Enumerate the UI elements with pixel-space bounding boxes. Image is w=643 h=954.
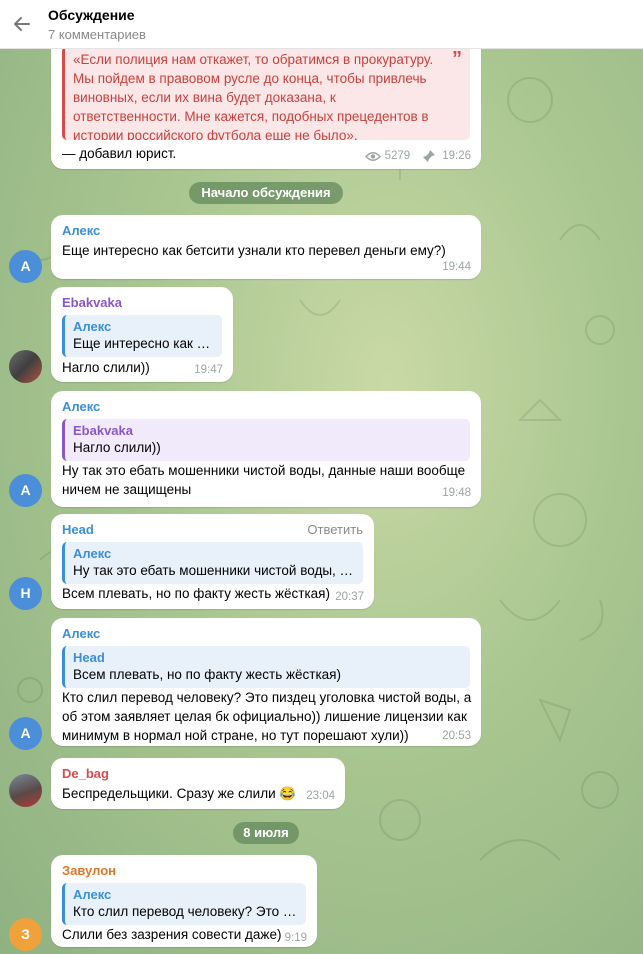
avatar[interactable]: A [9, 474, 42, 507]
message-bubble[interactable]: Алекс Ebakvaka Нагло слили)) Ну так это … [51, 391, 481, 507]
reply-button[interactable]: Ответить [307, 522, 363, 537]
message-bubble[interactable]: Алекс Head Всем плевать, но по факту жес… [51, 618, 481, 746]
message-text: Нагло слили)) [62, 360, 150, 375]
message-text: Беспредельщики. Сразу же слили 😂 [62, 786, 297, 801]
message-author[interactable]: Алекс [62, 399, 100, 414]
message-bubble[interactable]: Head Ответить Алекс Ну так это ебать мош… [51, 514, 374, 609]
message-author[interactable]: Завулон [62, 863, 116, 878]
message-time: 19:44 [442, 261, 471, 273]
avatar[interactable]: A [9, 717, 42, 750]
quote-mark-icon: ” [452, 48, 462, 70]
message-text: Еще интересно как бетсити узнали кто пер… [62, 243, 446, 258]
post-meta: 5279 19:26 [364, 149, 471, 163]
message-author[interactable]: De_bag [62, 766, 109, 781]
message-time: 20:53 [442, 730, 471, 742]
message-bubble[interactable]: De_bag Беспредельщики. Сразу же слили 😂 … [51, 758, 345, 809]
reply-quote[interactable]: Алекс Кто слил перевод человеку? Это пи.… [62, 883, 306, 925]
post-tail-text: — добавил юрист. [62, 146, 177, 161]
reply-author: Алекс [73, 887, 112, 902]
post-quote-text: «Если полиция нам откажет, то обратимся … [73, 52, 434, 140]
reply-author: Алекс [73, 546, 112, 561]
reply-author: Head [73, 650, 105, 665]
message-bubble[interactable]: Ebakvaka Алекс Еще интересно как б... На… [51, 287, 233, 382]
reply-text: Кто слил перевод человеку? Это пи... [73, 904, 298, 919]
message-author[interactable]: Алекс [62, 626, 100, 641]
avatar[interactable]: A [9, 250, 42, 283]
discussion-start-divider: Начало обсуждения [189, 182, 343, 204]
message-author[interactable]: Ebakvaka [62, 295, 122, 310]
reply-quote[interactable]: Алекс Еще интересно как б... [62, 315, 222, 357]
avatar[interactable] [9, 774, 42, 807]
post-quote: «Если полиция нам откажет, то обратимся … [62, 46, 470, 140]
reply-text: Всем плевать, но по факту жесть жёсткая) [73, 667, 341, 682]
views-eye-icon [364, 151, 381, 161]
reply-quote[interactable]: Ebakvaka Нагло слили)) [62, 419, 470, 461]
post-time: 19:26 [442, 150, 471, 162]
avatar[interactable]: H [9, 577, 42, 610]
message-time: 20:37 [335, 591, 364, 603]
message-time: 23:04 [306, 790, 335, 802]
message-time: 19:48 [442, 487, 471, 499]
message-author[interactable]: Алекс [62, 223, 100, 238]
reply-quote[interactable]: Алекс Ну так это ебать мошенники чистой … [62, 542, 363, 584]
message-time: 19:47 [194, 364, 223, 376]
message-text: Всем плевать, но по факту жесть жёсткая) [62, 586, 330, 601]
reply-author: Ebakvaka [73, 423, 133, 438]
message-text: Слили без зазрения совести даже) [62, 927, 282, 942]
message-author[interactable]: Head [62, 522, 94, 537]
reply-quote[interactable]: Head Всем плевать, но по факту жесть жёс… [62, 646, 470, 688]
reply-text: Ну так это ебать мошенники чистой воды, … [73, 563, 355, 578]
post-bubble[interactable]: «Если полиция нам откажет, то обратимся … [51, 36, 481, 169]
message-text: Ну так это ебать мошенники чистой воды, … [62, 463, 466, 497]
message-text: Кто слил перевод человеку? Это пиздец уг… [62, 690, 472, 743]
chat-header: Обсуждение 7 комментариев [0, 0, 643, 49]
message-bubble[interactable]: Завулон Алекс Кто слил перевод человеку?… [51, 855, 317, 947]
pin-icon [423, 150, 436, 162]
reply-text: Еще интересно как б... [73, 336, 214, 351]
date-divider: 8 июля [233, 822, 299, 844]
header-title: Обсуждение [48, 7, 135, 23]
reply-text: Нагло слили)) [73, 440, 161, 455]
back-arrow-icon[interactable] [10, 12, 34, 36]
avatar[interactable]: З [9, 918, 42, 951]
header-subtitle: 7 комментариев [48, 27, 146, 42]
message-bubble[interactable]: Алекс Еще интересно как бетсити узнали к… [51, 215, 481, 279]
message-time: 9:19 [284, 932, 307, 944]
reply-author: Алекс [73, 319, 112, 334]
avatar[interactable] [9, 350, 42, 383]
post-views: 5279 [384, 150, 411, 162]
